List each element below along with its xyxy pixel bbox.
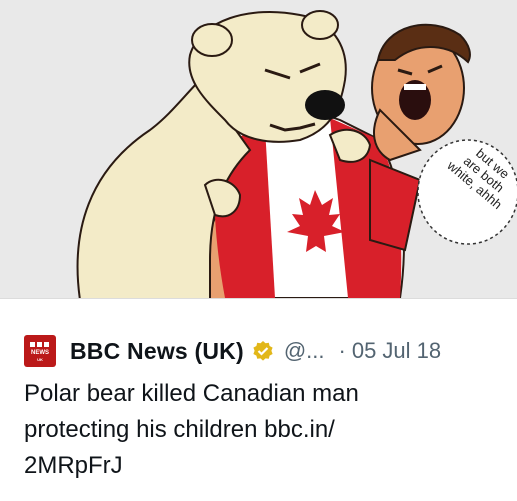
tweet-text-line: Polar bear killed Canadian man (24, 380, 359, 407)
cartoon-image[interactable]: but we are both white, ahhh (0, 0, 517, 298)
bear-ear-right (301, 10, 339, 40)
bbc-logo-icon (30, 342, 49, 347)
verified-badge-icon (253, 341, 273, 361)
author-name[interactable]: BBC News (UK) (70, 338, 244, 365)
tweet-text-line[interactable]: 2MRpFrJ (24, 448, 494, 484)
avatar-label-news: NEWS (31, 350, 49, 356)
tweet-text: Polar bear killed Canadian man protectin… (24, 376, 494, 484)
man-teeth (404, 84, 426, 90)
cartoon-illustration (76, 10, 517, 298)
tweet-date[interactable]: 05 Jul 18 (352, 338, 441, 364)
bear-nose (305, 90, 345, 120)
tweet-header: NEWS UK BBC News (UK) @... · 05 Jul 18 (24, 333, 441, 369)
bear-ear-left (191, 23, 233, 57)
author-handle[interactable]: @... (284, 338, 325, 364)
tweet-text-line[interactable]: protecting his children bbc.in/ (24, 412, 494, 448)
separator-dot: · (338, 338, 346, 363)
bbc-news-avatar[interactable]: NEWS UK (24, 335, 56, 367)
avatar-label-uk: UK (37, 357, 43, 362)
